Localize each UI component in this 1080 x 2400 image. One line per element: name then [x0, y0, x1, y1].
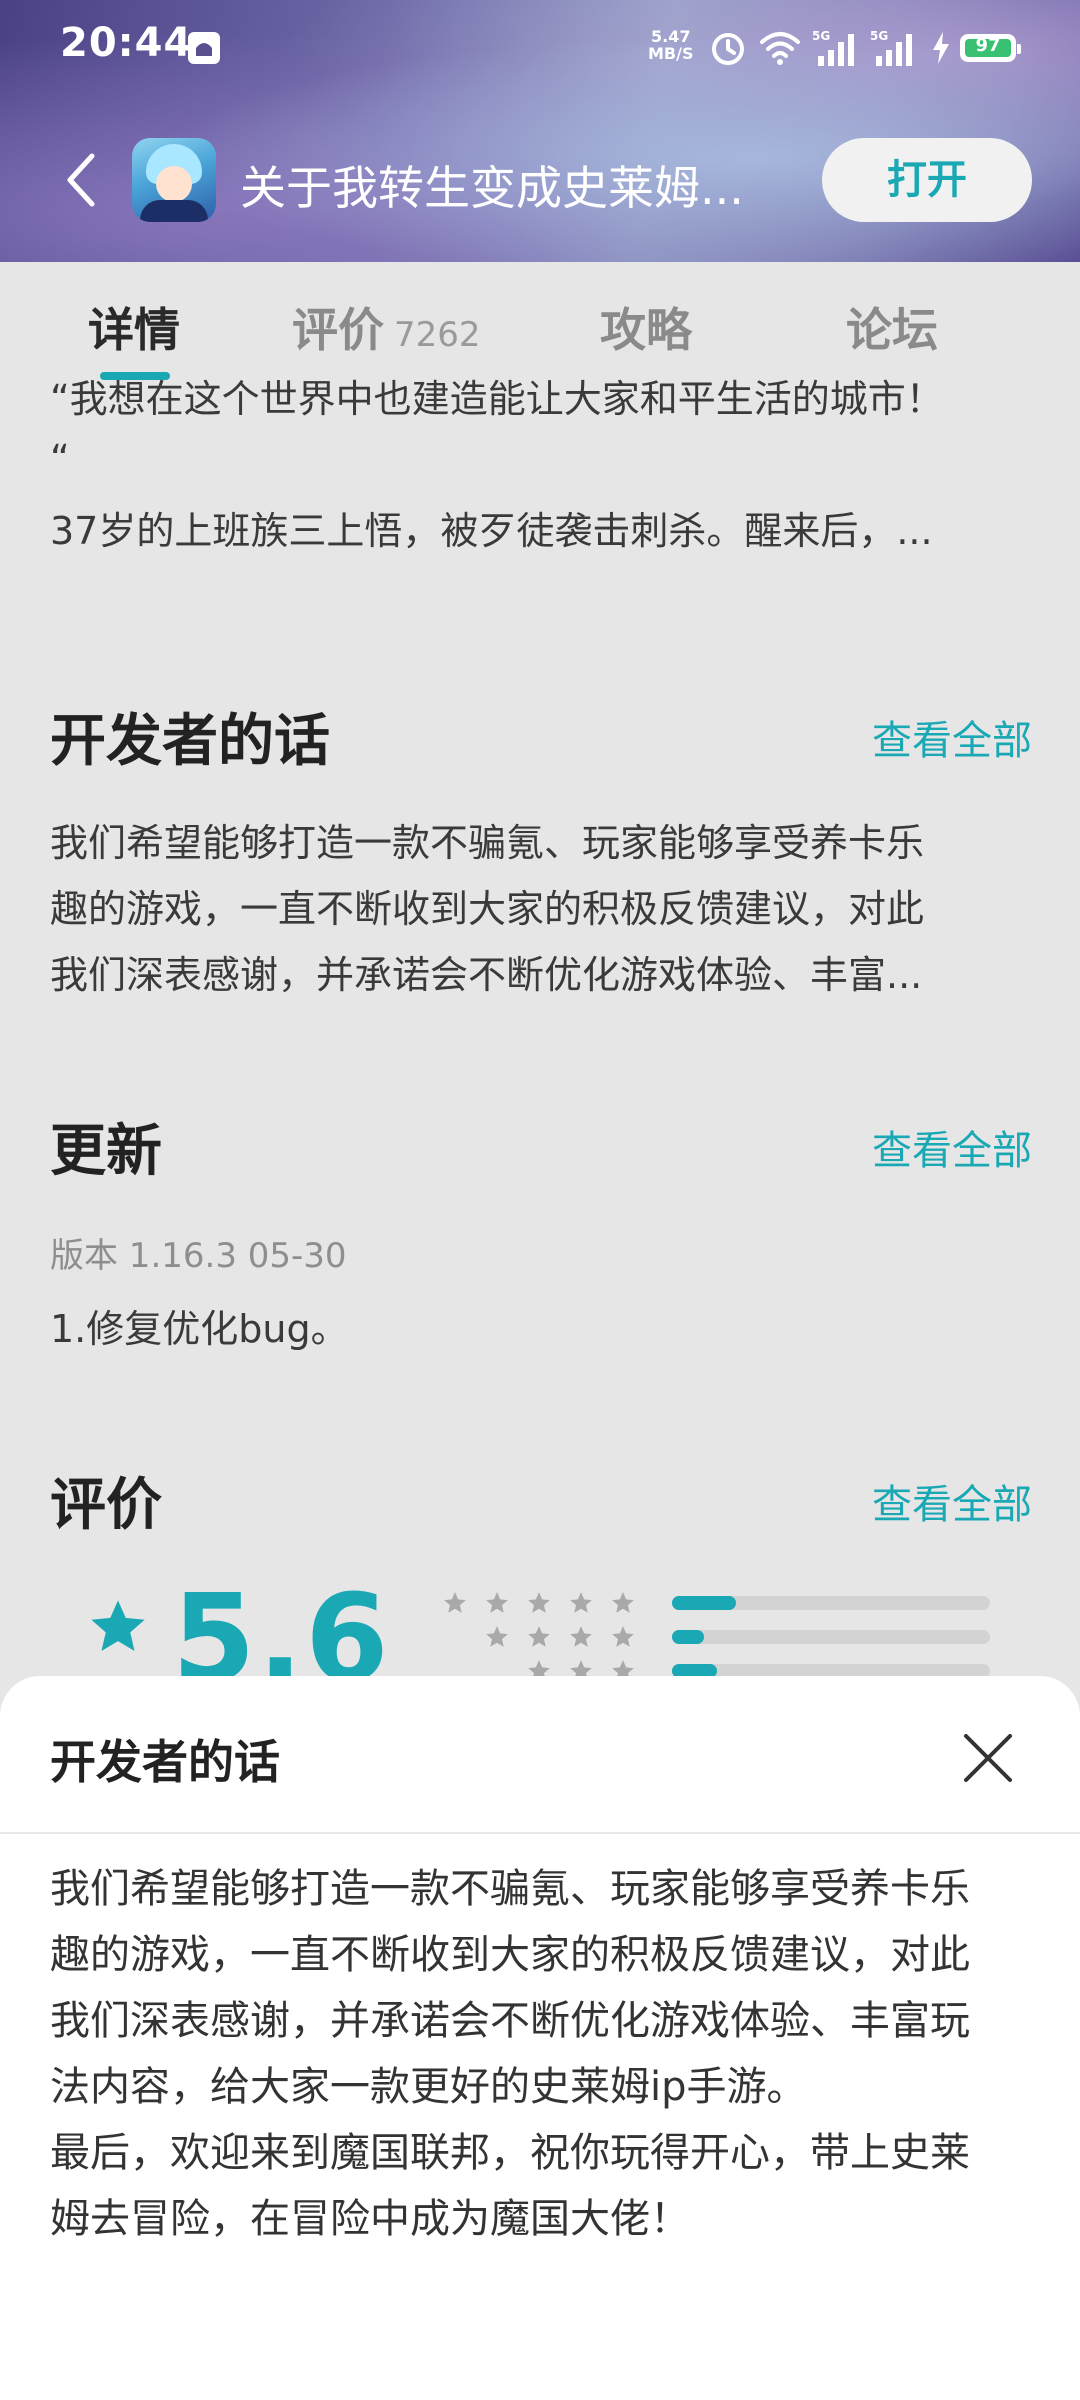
tab-bar: 详情 评价 7262 攻略 论坛	[0, 262, 1080, 382]
sheet-line: 趣的游戏，一直不断收到大家的积极反馈建议，对此	[50, 1932, 970, 1978]
rating-see-all[interactable]: 查看全部	[872, 1472, 1032, 1530]
intro-line-2: “	[50, 437, 70, 481]
developer-notes-see-all[interactable]: 查看全部	[872, 708, 1032, 766]
small-star-icon	[612, 1592, 634, 1613]
small-star-icon	[570, 1592, 592, 1613]
tab-guides[interactable]: 攻略	[600, 294, 692, 360]
rating-row-4	[0, 1626, 1080, 1652]
intro-line-1: “我想在这个世界中也建造能让大家和平生活的城市！	[50, 377, 944, 421]
sheet-line: 我们深表感谢，并承诺会不断优化游戏体验、丰富玩	[50, 1998, 970, 2044]
rating-title: 评价	[50, 1473, 162, 1538]
rating-row-5	[0, 1592, 1080, 1618]
close-icon[interactable]	[960, 1730, 1016, 1786]
rating-bar-track	[672, 1630, 990, 1644]
intro-line-3[interactable]: 37岁的上班族三上悟，被歹徒袭击刺杀。醒来后，...	[50, 498, 1040, 564]
wifi-icon	[760, 32, 800, 65]
sheet-title: 开发者的话	[50, 1735, 280, 1789]
small-star-icon	[528, 1592, 550, 1613]
tab-details[interactable]: 详情	[88, 294, 180, 360]
status-time: 20:44	[60, 20, 193, 66]
net-speed: 5.47 MB/S	[648, 27, 694, 63]
notification-icon	[188, 32, 220, 64]
svg-text:5G: 5G	[870, 29, 888, 43]
update-see-all[interactable]: 查看全部	[872, 1118, 1032, 1176]
update-version: 版本 1.16.3 05-30	[50, 1236, 347, 1276]
small-star-icon	[486, 1626, 508, 1647]
small-star-icon	[612, 1626, 634, 1647]
small-star-icon	[528, 1626, 550, 1647]
svg-text:5G: 5G	[812, 29, 830, 43]
small-star-icon	[570, 1626, 592, 1647]
developer-notes-line-2: 趣的游戏，一直不断收到大家的积极反馈建议，对此	[50, 887, 925, 931]
chevron-left-icon[interactable]	[62, 150, 98, 210]
tab-reviews[interactable]: 评价 7262	[292, 294, 481, 360]
sheet-line: 最后，欢迎来到魔国联邦，祝你玩得开心，带上史莱	[50, 2130, 970, 2176]
app-header: 20:44 5.47 MB/S 5G 5G 97 关于我转生变成史莱姆... 打…	[0, 0, 1080, 262]
rating-bar-fill	[672, 1596, 736, 1610]
update-title: 更新	[50, 1119, 162, 1184]
sheet-divider	[0, 1832, 1080, 1834]
small-star-icon	[486, 1592, 508, 1613]
developer-notes-title: 开发者的话	[50, 709, 330, 774]
rating-bar-track	[672, 1596, 990, 1610]
sheet-line: 我们希望能够打造一款不骗氪、玩家能够享受养卡乐	[50, 1866, 970, 1912]
open-button[interactable]: 打开	[822, 138, 1032, 222]
status-bar: 20:44 5.47 MB/S 5G 5G 97	[0, 0, 1080, 96]
sheet-line: 法内容，给大家一款更好的史莱姆ip手游。	[50, 2064, 807, 2110]
alarm-icon	[712, 33, 744, 65]
app-title: 关于我转生变成史莱姆...	[240, 161, 744, 215]
developer-notes-line-1: 我们希望能够打造一款不骗氪、玩家能够享受养卡乐	[50, 821, 925, 865]
sheet-line: 姆去冒险，在冒险中成为魔国大佬！	[50, 2196, 690, 2242]
update-notes: 1.修复优化bug。	[50, 1307, 349, 1351]
signal-5g-icon: 5G	[812, 29, 854, 66]
battery-indicator: 97	[960, 34, 1021, 62]
charging-icon	[933, 32, 949, 64]
small-star-icon	[444, 1592, 466, 1613]
rating-bar-fill	[672, 1630, 704, 1644]
app-icon	[132, 138, 216, 222]
signal-5g-icon-2: 5G	[870, 29, 912, 66]
tab-forum[interactable]: 论坛	[846, 294, 938, 360]
review-count: 7262	[394, 315, 481, 355]
developer-notes-line-3: 我们深表感谢，并承诺会不断优化游戏体验、丰富...	[50, 953, 923, 997]
developer-notes-sheet: 开发者的话 我们希望能够打造一款不骗氪、玩家能够享受养卡乐 趣的游戏，一直不断收…	[0, 1676, 1080, 2400]
sheet-body: 我们希望能够打造一款不骗氪、玩家能够享受养卡乐 趣的游戏，一直不断收到大家的积极…	[50, 1856, 1040, 2252]
